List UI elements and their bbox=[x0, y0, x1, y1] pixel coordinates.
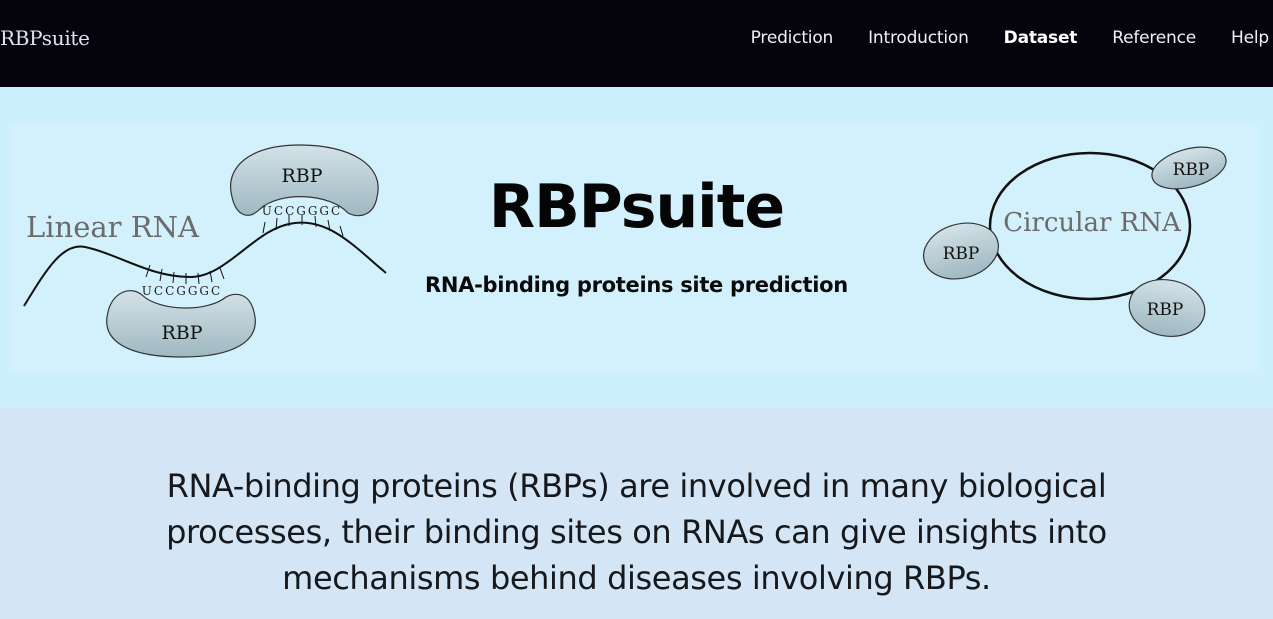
nav-link-prediction[interactable]: Prediction bbox=[751, 28, 834, 48]
hero-section: Linear RNA RBP UCCGGGC RBP UCCGGGC Circu… bbox=[0, 87, 1273, 408]
hero-title: RBPsuite bbox=[488, 172, 785, 242]
nav-link-reference[interactable]: Reference bbox=[1112, 28, 1196, 48]
rbp-circ-label-3: RBP bbox=[1147, 300, 1184, 320]
nav-link-help[interactable]: Help bbox=[1231, 28, 1269, 48]
rbp-label-bottom: RBP bbox=[161, 322, 202, 344]
rbp-circ-label-2: RBP bbox=[943, 244, 980, 264]
intro-description: RNA-binding proteins (RBPs) are involved… bbox=[166, 467, 1107, 597]
nav-links: Prediction Introduction Dataset Referenc… bbox=[716, 28, 1270, 48]
rna-binding-diagram: Linear RNA RBP UCCGGGC RBP UCCGGGC Circu… bbox=[23, 144, 1227, 358]
nav-link-dataset[interactable]: Dataset bbox=[1004, 28, 1078, 48]
brand-link[interactable]: RBPsuite bbox=[0, 26, 90, 50]
nav-link-introduction[interactable]: Introduction bbox=[868, 28, 969, 48]
hero-subtitle: RNA-binding proteins site prediction bbox=[425, 273, 848, 297]
top-navbar: RBPsuite Prediction Introduction Dataset… bbox=[0, 0, 1273, 87]
intro-section: RNA-binding proteins (RBPs) are involved… bbox=[0, 408, 1273, 619]
